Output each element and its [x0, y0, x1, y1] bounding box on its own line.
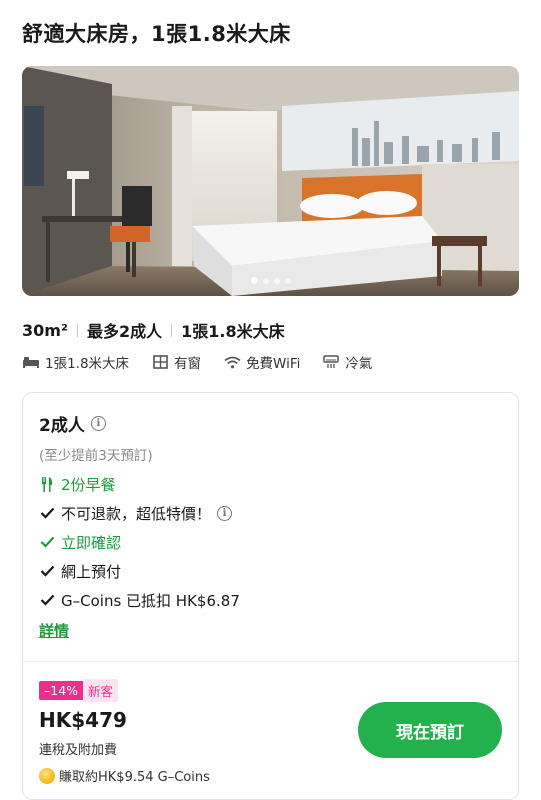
- amenity-wifi: 免費WiFi: [223, 352, 300, 372]
- room-occupancy: 最多2成人: [86, 322, 163, 341]
- air-conditioner-icon: [322, 354, 340, 370]
- persons-label: 2成人: [39, 416, 85, 436]
- rate-card: 2成人 i (至少提前3天預訂) 2份早餐 不可退款，超低特價！ i 立即確認: [22, 392, 519, 800]
- promo-badges: –14% 新客: [39, 679, 502, 702]
- advance-booking-note: (至少提前3天預訂): [39, 448, 153, 464]
- info-icon[interactable]: i: [217, 505, 233, 521]
- carousel-dot[interactable]: [262, 277, 269, 284]
- room-area: 30m²: [22, 320, 68, 340]
- info-icon[interactable]: i: [90, 416, 106, 431]
- coins-earn: 賺取約HK$9.54 G–Coins: [39, 766, 502, 785]
- feature-refund: 不可退款，超低特價！ i: [39, 504, 502, 523]
- feature-label: G–Coins 已抵扣 HK$6.87: [61, 591, 240, 610]
- carousel-dot[interactable]: [273, 277, 280, 284]
- details-link[interactable]: 詳情: [39, 620, 69, 641]
- room-photo[interactable]: [22, 66, 519, 296]
- window-icon: [151, 354, 169, 370]
- wifi-icon: [223, 354, 241, 370]
- amenity-label: 冷氣: [345, 356, 373, 372]
- carousel-indicator[interactable]: [22, 277, 519, 284]
- room-photo-image: [22, 66, 519, 296]
- feature-gcoins: G–Coins 已抵扣 HK$6.87: [39, 591, 502, 610]
- check-icon: [39, 507, 55, 519]
- feature-prepay: 網上預付: [39, 562, 502, 581]
- divider: [171, 323, 173, 337]
- new-customer-badge: 新客: [83, 679, 119, 702]
- carousel-dot[interactable]: [284, 277, 291, 284]
- room-bed: 1張1.8米大床: [181, 322, 285, 341]
- amenity-ac: 冷氣: [322, 352, 372, 372]
- check-icon: [39, 565, 55, 577]
- rate-details: 2成人 i (至少提前3天預訂) 2份早餐 不可退款，超低特價！ i 立即確認: [39, 411, 502, 641]
- amenity-window: 有窗: [151, 352, 201, 372]
- coin-icon: [39, 767, 55, 784]
- feature-label: 網上預付: [61, 562, 122, 581]
- feature-label: 立即確認: [61, 533, 122, 552]
- bed-icon: [22, 354, 40, 370]
- feature-label: 2份早餐: [61, 475, 116, 494]
- amenity-label: 1張1.8米大床: [45, 356, 130, 372]
- check-icon: [39, 536, 55, 548]
- feature-label: 不可退款，超低特價！: [61, 504, 212, 523]
- coins-earn-label: 賺取約HK$9.54 G–Coins: [59, 770, 210, 785]
- amenities-list: 1張1.8米大床 有窗 免費WiFi 冷氣: [22, 352, 394, 372]
- cutlery-icon: [39, 476, 55, 492]
- carousel-dot[interactable]: [250, 277, 258, 284]
- amenity-label: 免費WiFi: [246, 356, 301, 372]
- divider: [76, 323, 78, 337]
- room-title: 舒適大床房，1張1.8米大床: [22, 22, 291, 46]
- discount-badge: –14%: [39, 681, 84, 700]
- divider: [23, 661, 518, 662]
- rate-persons: 2成人 i: [39, 411, 502, 436]
- room-specs: 30m² 最多2成人 1張1.8米大床: [22, 318, 285, 342]
- check-icon: [39, 594, 55, 606]
- amenity-label: 有窗: [174, 356, 202, 372]
- book-now-button[interactable]: 現在預訂: [358, 702, 502, 758]
- feature-breakfast: 2份早餐: [39, 475, 502, 494]
- feature-instant-confirm: 立即確認: [39, 533, 502, 552]
- amenity-bed: 1張1.8米大床: [22, 352, 129, 372]
